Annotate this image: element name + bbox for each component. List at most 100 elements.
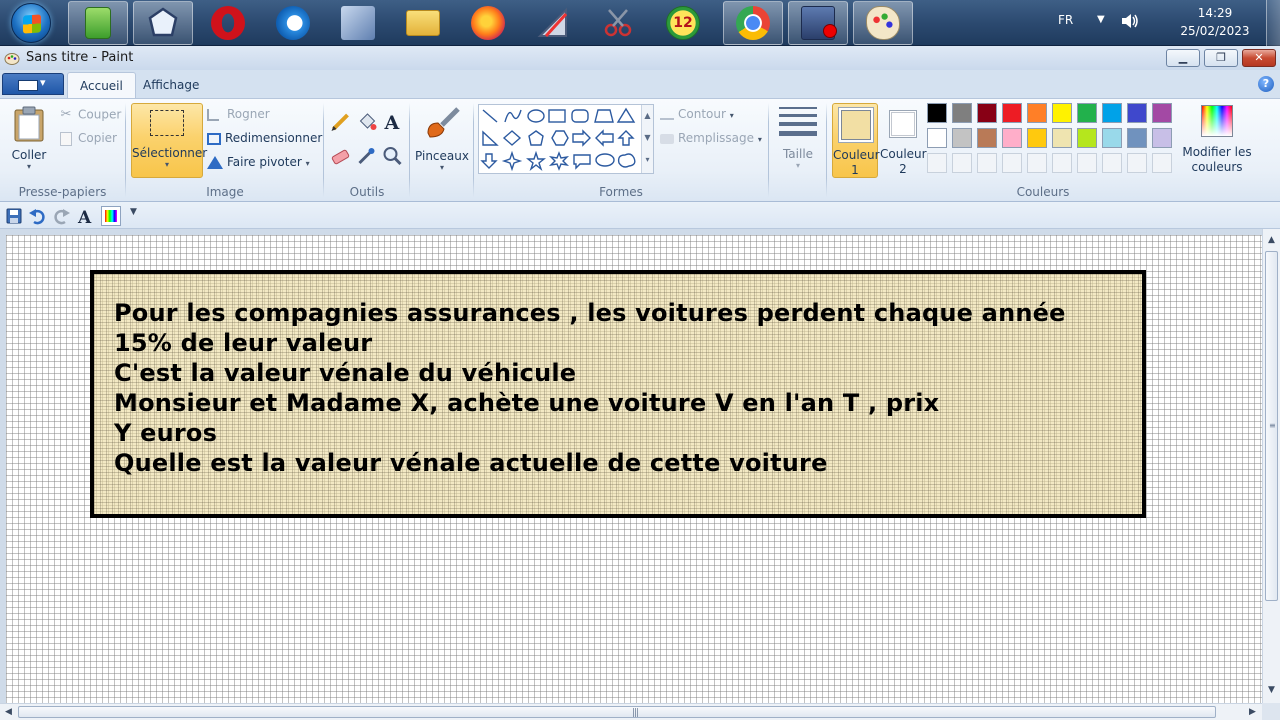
empty-color-swatch[interactable] bbox=[1052, 153, 1072, 173]
empty-color-swatch[interactable] bbox=[1102, 153, 1122, 173]
color-swatch[interactable] bbox=[1152, 103, 1172, 123]
text-line: C'est la valeur vénale du véhicule bbox=[114, 359, 577, 387]
horizontal-scrollbar[interactable]: ◀ ||| ▶ bbox=[0, 703, 1262, 720]
color-swatch[interactable] bbox=[1152, 128, 1172, 148]
taskbar-app-chrome[interactable] bbox=[723, 1, 783, 45]
empty-color-swatch[interactable] bbox=[1027, 153, 1047, 173]
system-tray: FR ▼ 14:29 25/02/2023 bbox=[1050, 0, 1280, 46]
size-dropdown-icon[interactable]: ▾ bbox=[776, 161, 820, 170]
fill-button[interactable]: Remplissage ▾ bbox=[660, 131, 762, 145]
taskbar-app-recorder[interactable] bbox=[788, 1, 848, 45]
show-desktop-button[interactable] bbox=[1266, 0, 1280, 46]
color-swatch[interactable] bbox=[927, 103, 947, 123]
color-1-label: Couleur bbox=[833, 148, 880, 162]
drawing-canvas[interactable]: Pour les compagnies assurances , les voi… bbox=[6, 235, 1262, 703]
taskbar-app-explorer[interactable] bbox=[393, 1, 453, 45]
color-swatch[interactable] bbox=[1127, 103, 1147, 123]
vertical-scrollbar[interactable]: ▲ ≡ ▼ bbox=[1262, 229, 1280, 703]
start-button[interactable] bbox=[11, 3, 51, 43]
taskbar-app-twelve[interactable]: 12 bbox=[653, 1, 713, 45]
undo-icon[interactable] bbox=[28, 207, 46, 225]
taskbar-app-paint[interactable] bbox=[853, 1, 913, 45]
text-line: Y euros bbox=[114, 419, 218, 447]
empty-color-swatch[interactable] bbox=[1152, 153, 1172, 173]
scroll-down-icon[interactable]: ▼ bbox=[1263, 681, 1280, 699]
scroll-up-icon[interactable]: ▲ bbox=[1263, 231, 1280, 249]
scroll-down-icon[interactable]: ▼ bbox=[642, 127, 653, 149]
grip-icon: ||| bbox=[632, 708, 639, 718]
color-swatch[interactable] bbox=[952, 128, 972, 148]
taskbar-app-snipping[interactable] bbox=[588, 1, 648, 45]
application-menu-button[interactable] bbox=[2, 73, 64, 95]
text-icon[interactable]: A bbox=[77, 207, 95, 225]
tab-affichage[interactable]: Affichage bbox=[131, 72, 211, 98]
vertical-scroll-thumb[interactable]: ≡ bbox=[1265, 251, 1278, 601]
empty-color-swatch[interactable] bbox=[1077, 153, 1097, 173]
customize-toolbar-icon[interactable]: ▼ bbox=[130, 207, 137, 217]
outline-dropdown-icon[interactable]: ▾ bbox=[730, 111, 734, 120]
taskbar-app-shapes[interactable] bbox=[133, 1, 193, 45]
empty-color-swatch[interactable] bbox=[927, 153, 947, 173]
six-point-star-shape-icon bbox=[548, 151, 570, 171]
scroll-right-icon[interactable]: ▶ bbox=[1244, 704, 1261, 720]
curve-shape-icon bbox=[504, 109, 522, 123]
taskbar-app-firefox[interactable] bbox=[458, 1, 518, 45]
minimize-button[interactable]: ▁ bbox=[1166, 49, 1200, 67]
color-swatch[interactable] bbox=[1027, 103, 1047, 123]
taskbar-app-calculator[interactable] bbox=[68, 1, 128, 45]
empty-color-swatch[interactable] bbox=[1127, 153, 1147, 173]
edit-colors-button[interactable]: Modifier les couleurs bbox=[1180, 103, 1254, 178]
color-swatch[interactable] bbox=[1077, 128, 1097, 148]
volume-icon[interactable] bbox=[1120, 11, 1140, 31]
color-swatch[interactable] bbox=[1102, 128, 1122, 148]
clock[interactable]: 14:29 25/02/2023 bbox=[1170, 4, 1260, 40]
gallery-expand-icon[interactable]: ▾ bbox=[642, 149, 653, 171]
right-triangle-shape-icon bbox=[482, 130, 499, 146]
maximize-button[interactable]: ❐ bbox=[1204, 49, 1238, 67]
color-swatch[interactable] bbox=[1002, 103, 1022, 123]
shapes-gallery-scroll[interactable]: ▲ ▼ ▾ bbox=[641, 105, 653, 173]
language-indicator[interactable]: FR bbox=[1058, 13, 1073, 27]
empty-color-swatch[interactable] bbox=[952, 153, 972, 173]
paint-app-icon[interactable] bbox=[4, 50, 20, 66]
color-swatch[interactable] bbox=[1102, 103, 1122, 123]
color-swatch[interactable] bbox=[1127, 128, 1147, 148]
minimize-icon: ▁ bbox=[1178, 51, 1188, 64]
help-icon[interactable]: ? bbox=[1258, 76, 1274, 92]
taskbar-app-ie[interactable] bbox=[263, 1, 323, 45]
color-swatch[interactable] bbox=[1077, 103, 1097, 123]
outline-label: Contour bbox=[678, 107, 726, 121]
color-2-button[interactable]: Couleur 2 bbox=[880, 103, 927, 178]
edit-colors-label-2: couleurs bbox=[1191, 160, 1243, 174]
edit-colors-quick-button[interactable] bbox=[101, 206, 121, 226]
taskbar-app-tools[interactable] bbox=[328, 1, 388, 45]
text-box[interactable]: Pour les compagnies assurances , les voi… bbox=[90, 270, 1146, 518]
color-swatch[interactable] bbox=[1027, 128, 1047, 148]
four-point-star-shape-icon bbox=[501, 150, 523, 172]
clock-date: 25/02/2023 bbox=[1180, 24, 1250, 38]
horizontal-scroll-thumb[interactable]: ||| bbox=[18, 706, 1216, 718]
redo-icon[interactable] bbox=[53, 207, 71, 225]
fill-dropdown-icon[interactable]: ▾ bbox=[758, 135, 762, 144]
close-button[interactable]: ✕ bbox=[1242, 49, 1276, 67]
scroll-left-icon[interactable]: ◀ bbox=[0, 704, 17, 720]
taskbar-app-opera[interactable] bbox=[198, 1, 258, 45]
color-swatch[interactable] bbox=[977, 128, 997, 148]
color-swatch[interactable] bbox=[927, 128, 947, 148]
taskbar-app-geometry[interactable] bbox=[523, 1, 583, 45]
color-1-button[interactable]: Couleur 1 bbox=[832, 103, 880, 178]
outline-button[interactable]: Contour ▾ bbox=[660, 107, 734, 121]
color-swatch[interactable] bbox=[1052, 103, 1072, 123]
color-swatch[interactable] bbox=[952, 103, 972, 123]
record-dot-icon bbox=[823, 24, 837, 38]
scroll-up-icon[interactable]: ▲ bbox=[642, 105, 653, 127]
color-swatch[interactable] bbox=[1002, 128, 1022, 148]
tray-expand-icon[interactable]: ▼ bbox=[1097, 14, 1105, 25]
color-swatch[interactable] bbox=[977, 103, 997, 123]
empty-color-swatch[interactable] bbox=[977, 153, 997, 173]
color-swatch[interactable] bbox=[1052, 128, 1072, 148]
size-button[interactable]: Taille ▾ bbox=[776, 103, 820, 178]
tab-accueil[interactable]: Accueil bbox=[67, 72, 136, 98]
save-icon[interactable] bbox=[5, 207, 23, 225]
empty-color-swatch[interactable] bbox=[1002, 153, 1022, 173]
